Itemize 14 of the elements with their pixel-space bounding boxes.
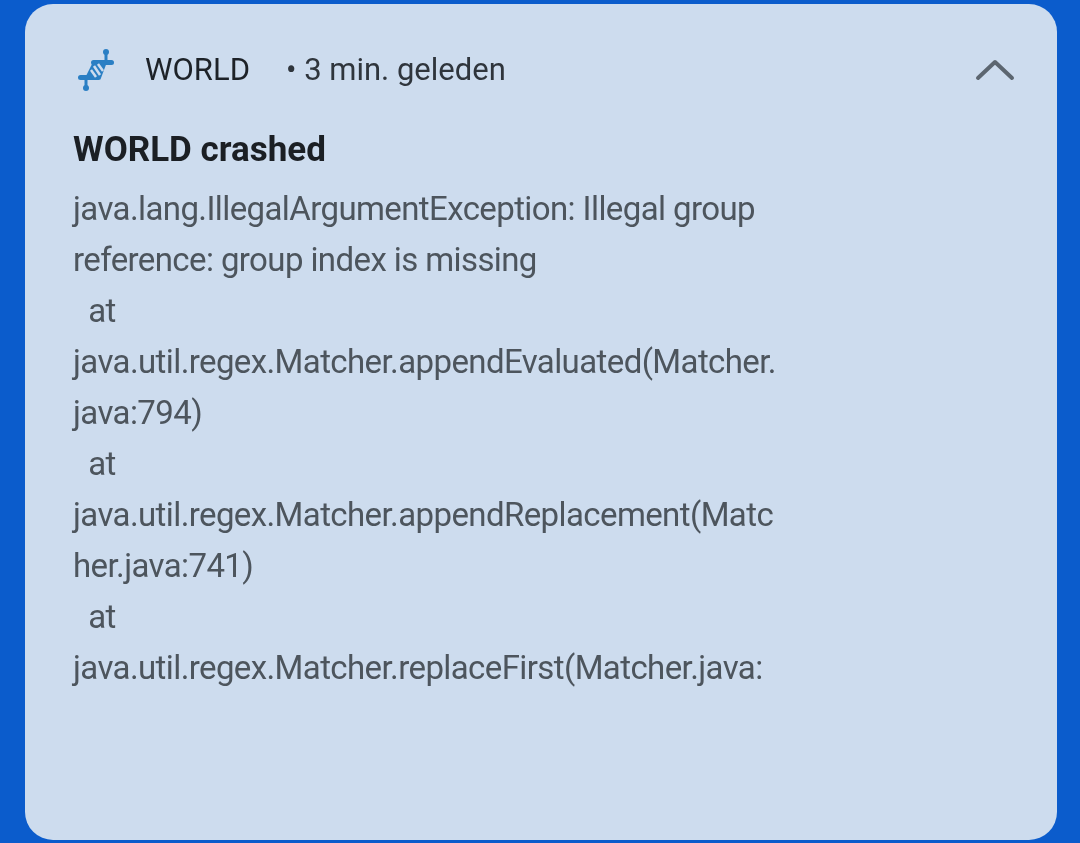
stack-trace-line: java:794) xyxy=(73,392,203,434)
stack-trace-line: reference: group index is missing xyxy=(73,239,537,281)
chevron-up-icon xyxy=(975,59,1015,81)
stack-trace-line: her.java:741) xyxy=(73,545,254,587)
timestamp: • 3 min. geleden xyxy=(286,49,506,90)
stack-trace-line: java.util.regex.Matcher.replaceFirst(Matcher.java: xyxy=(73,647,763,689)
stack-trace-line: at xyxy=(87,443,116,485)
stack-trace-line: at xyxy=(87,290,116,332)
app-name: WORLD xyxy=(145,49,250,90)
notification-title: WORLD crashed xyxy=(73,128,326,172)
stack-trace-line: java.util.regex.Matcher.appendReplacement(Matc xyxy=(73,494,774,536)
stack-trace-line: at xyxy=(87,596,116,638)
stack-trace-line: java.util.regex.Matcher.appendEvaluated(Matcher. xyxy=(73,341,776,383)
stack-trace-line: java.lang.IllegalArgumentException: Illegal group xyxy=(73,188,755,230)
